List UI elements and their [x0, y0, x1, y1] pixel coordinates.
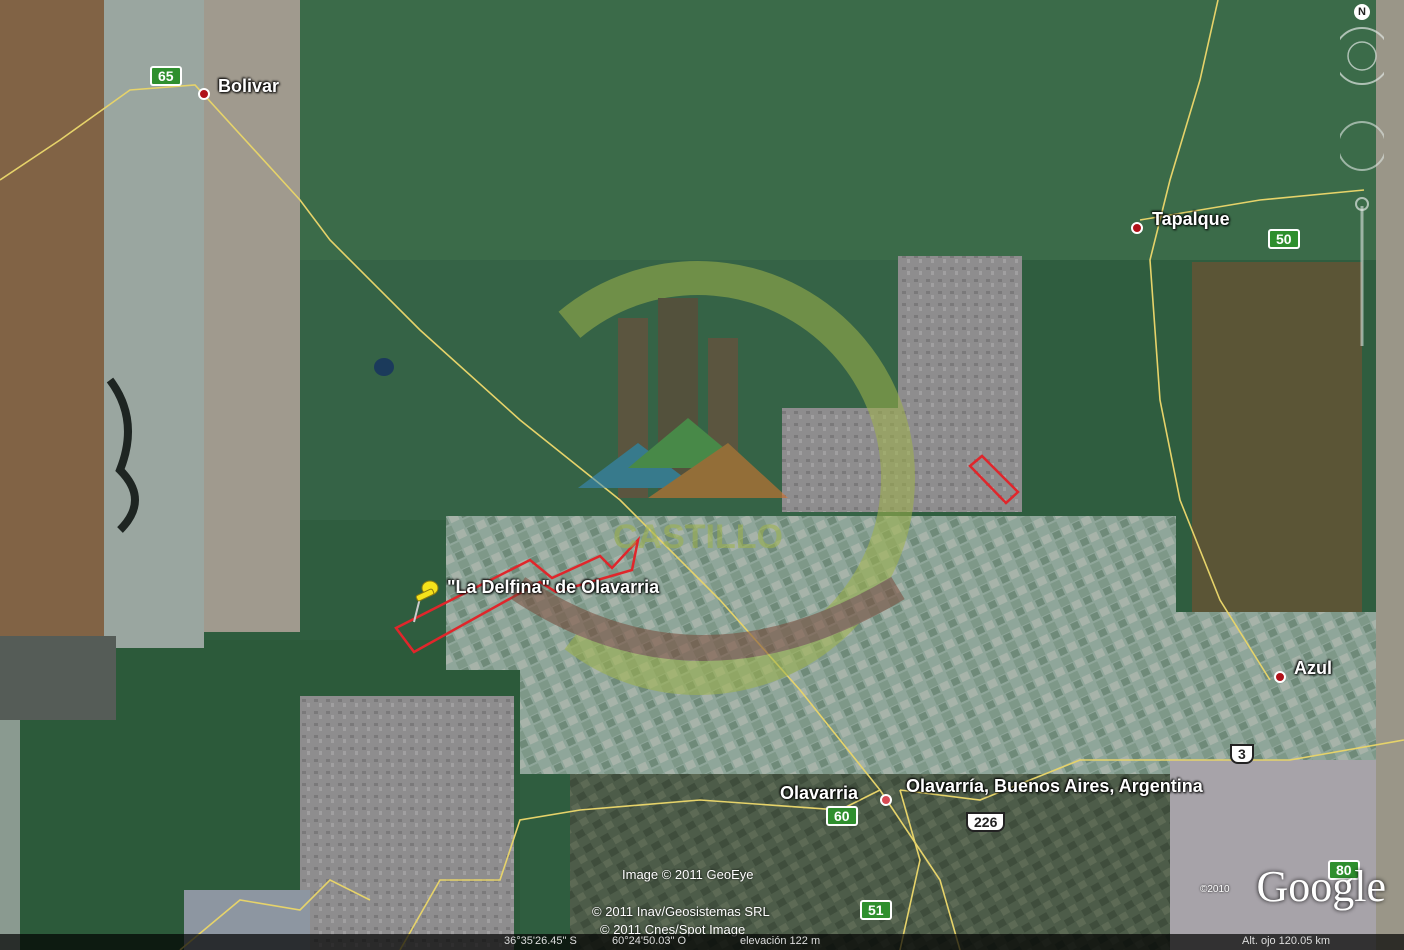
- city-marker-bolivar[interactable]: [198, 88, 210, 100]
- status-bar: 36°35'26.45" S 60°24'50.03" O elevación …: [0, 934, 1404, 950]
- route-shield-3: 3: [1230, 744, 1254, 764]
- castillo-watermark-logo: CASTILLO: [481, 261, 915, 695]
- status-eye-altitude: Alt. ojo 120.05 km: [1242, 935, 1331, 947]
- city-label-azul: Azul: [1294, 658, 1332, 678]
- watermark-text: CASTILLO: [613, 518, 783, 556]
- city-marker-azul[interactable]: [1274, 671, 1286, 683]
- status-longitude: 60°24'50.03" O: [612, 935, 687, 947]
- google-logo: Google: [1256, 862, 1386, 911]
- satellite-map[interactable]: CASTILLO Bolivar Tapalque Azul Olavarria…: [0, 0, 1404, 950]
- status-latitude: 36°35'26.45" S: [504, 935, 577, 947]
- city-label-tapalque: Tapalque: [1152, 209, 1230, 229]
- search-result-marker[interactable]: [880, 794, 892, 806]
- navigation-control[interactable]: [1340, 6, 1384, 366]
- route-shield-51: 51: [860, 900, 892, 920]
- pushpin-icon[interactable]: [408, 578, 444, 624]
- search-result-label: Olavarría, Buenos Aires, Argentina: [906, 776, 1203, 796]
- credit-inav: © 2011 Inav/Geosistemas SRL: [592, 904, 770, 919]
- route-shield-226: 226: [966, 812, 1006, 832]
- north-indicator[interactable]: N: [1354, 4, 1370, 20]
- city-label-olavarria: Olavarria: [780, 783, 859, 803]
- status-elevation: elevación 122 m: [740, 935, 821, 947]
- city-label-bolivar: Bolivar: [218, 76, 280, 96]
- placemark-label[interactable]: "La Delfina" de Olavarria: [447, 577, 659, 598]
- route-shield-50: 50: [1268, 229, 1300, 249]
- credit-year: ©2010: [1200, 884, 1230, 895]
- credit-geoeye: Image © 2011 GeoEye: [622, 867, 754, 882]
- look-ring: [1340, 27, 1384, 85]
- city-marker-tapalque[interactable]: [1131, 222, 1143, 234]
- route-shield-60: 60: [826, 806, 858, 826]
- move-ring: [1340, 121, 1384, 171]
- route-shield-65: 65: [150, 66, 182, 86]
